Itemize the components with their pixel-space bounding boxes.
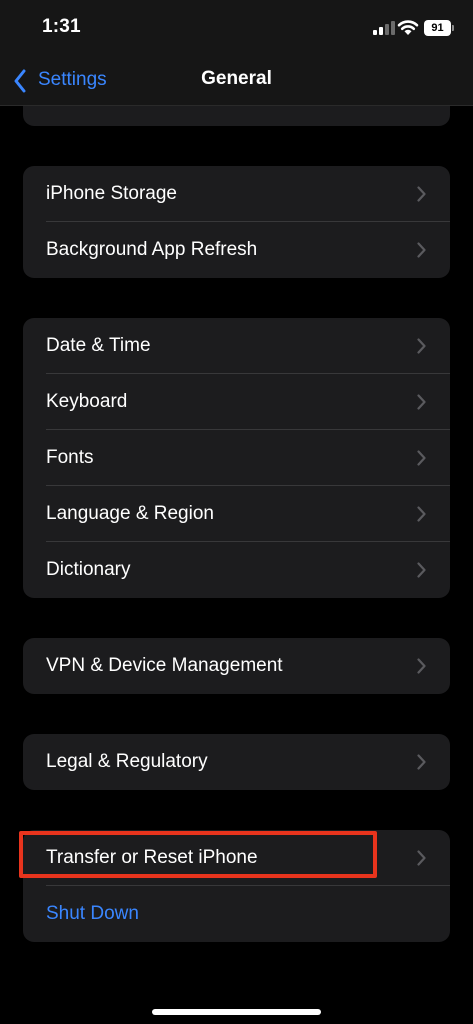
row-dictionary[interactable]: Dictionary [23,542,450,598]
row-language-region[interactable]: Language & Region [23,486,450,542]
row-legal-regulatory[interactable]: Legal & Regulatory [23,734,450,790]
chevron-right-icon [417,242,426,258]
page-title: General [201,68,272,89]
legal-group: Legal & Regulatory [23,734,450,790]
navigation-bar: Settings General [0,56,473,106]
row-label: iPhone Storage [46,183,177,204]
highlight-box [19,831,377,878]
wifi-icon [397,20,419,35]
row-label: Fonts [46,447,94,468]
chevron-right-icon [417,754,426,770]
chevron-right-icon [417,658,426,674]
chevron-right-icon [417,450,426,466]
row-label: Legal & Regulatory [46,751,208,772]
row-vpn-device-management[interactable]: VPN & Device Management [23,638,450,694]
status-bar: 1:31 91 [0,0,473,56]
chevron-right-icon [417,186,426,202]
cellular-signal-icon [373,21,395,35]
chevron-right-icon [417,506,426,522]
battery-cap [452,25,454,31]
battery-icon: 91 [424,20,451,36]
storage-group: iPhone Storage Background App Refresh [23,166,450,278]
home-indicator[interactable] [152,1009,321,1015]
chevron-right-icon [417,562,426,578]
row-background-app-refresh[interactable]: Background App Refresh [23,222,450,278]
status-time: 1:31 [42,16,81,37]
row-label: VPN & Device Management [46,655,283,676]
chevron-right-icon [417,850,426,866]
row-date-time[interactable]: Date & Time [23,318,450,374]
shut-down-button[interactable]: Shut Down [46,903,139,925]
row-label: Keyboard [46,391,128,412]
locale-group: Date & Time Keyboard Fonts Language & Re… [23,318,450,598]
row-label: Background App Refresh [46,239,258,260]
chevron-right-icon [417,394,426,410]
row-shut-down[interactable]: Shut Down [23,886,450,942]
chevron-right-icon [417,338,426,354]
row-label: Dictionary [46,559,131,580]
vpn-group: VPN & Device Management [23,638,450,694]
row-keyboard[interactable]: Keyboard [23,374,450,430]
row-label: Language & Region [46,503,214,524]
row-fonts[interactable]: Fonts [23,430,450,486]
row-label: Date & Time [46,335,151,356]
row-iphone-storage[interactable]: iPhone Storage [23,166,450,222]
partial-settings-group [23,106,450,126]
